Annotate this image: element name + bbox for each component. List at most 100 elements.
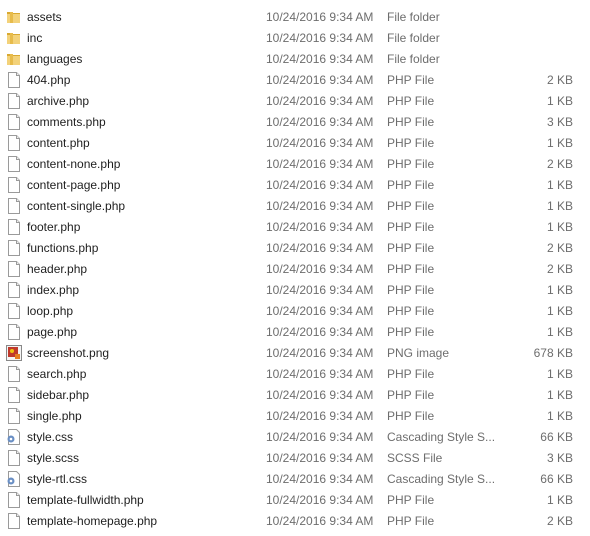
file-date-modified: 10/24/2016 9:34 AM xyxy=(266,472,374,486)
file-size: 678 KB xyxy=(533,346,573,360)
file-row[interactable]: screenshot.png 10/24/2016 9:34 AM PNG imag… xyxy=(0,343,590,364)
css-file-icon xyxy=(6,471,22,487)
file-row[interactable]: search.php 10/24/2016 9:34 AM PHP File 1 KB xyxy=(0,364,590,385)
file-row[interactable]: index.php 10/24/2016 9:34 AM PHP File 1 KB xyxy=(0,280,590,301)
file-date-modified: 10/24/2016 9:34 AM xyxy=(266,325,374,339)
file-date-modified: 10/24/2016 9:34 AM xyxy=(266,514,374,528)
file-size: 2 KB xyxy=(546,157,573,171)
file-size: 66 KB xyxy=(540,430,573,444)
file-size: 3 KB xyxy=(546,115,573,129)
file-date-modified: 10/24/2016 9:34 AM xyxy=(266,346,374,360)
file-name: page.php xyxy=(27,325,78,339)
file-date-modified: 10/24/2016 9:34 AM xyxy=(266,10,374,24)
file-row[interactable]: 404.php 10/24/2016 9:34 AM PHP File 2 KB xyxy=(0,70,590,91)
file-row[interactable]: comments.php 10/24/2016 9:34 AM PHP File 3 … xyxy=(0,112,590,133)
file-date-modified: 10/24/2016 9:34 AM xyxy=(266,220,374,234)
file-size: 2 KB xyxy=(546,514,573,528)
file-row[interactable]: template-fullwidth.php 10/24/2016 9:34 AM… xyxy=(0,490,590,511)
file-date-modified: 10/24/2016 9:34 AM xyxy=(266,73,374,87)
file-row[interactable]: content-single.php 10/24/2016 9:34 AM PHP … xyxy=(0,196,590,217)
file-row[interactable]: functions.php 10/24/2016 9:34 AM PHP File 2… xyxy=(0,238,590,259)
file-type: PHP File xyxy=(387,73,435,87)
file-row[interactable]: style.scss 10/24/2016 9:34 AM SCSS File 3 K… xyxy=(0,448,590,469)
file-name: sidebar.php xyxy=(27,388,90,402)
file-row[interactable]: page.php 10/24/2016 9:34 AM PHP File 1 KB xyxy=(0,322,590,343)
file-type: Cascading Style S... xyxy=(387,430,495,444)
file-date-modified: 10/24/2016 9:34 AM xyxy=(266,52,374,66)
file-row[interactable]: inc 10/24/2016 9:34 AM File folder xyxy=(0,28,590,49)
file-row[interactable]: content.php 10/24/2016 9:34 AM PHP File 1 K… xyxy=(0,133,590,154)
file-name: content-none.php xyxy=(27,157,121,171)
file-name: style.scss xyxy=(27,451,80,465)
file-name: functions.php xyxy=(27,241,99,255)
file-size: 2 KB xyxy=(546,241,573,255)
file-row[interactable]: footer.php 10/24/2016 9:34 AM PHP File 1 KB xyxy=(0,217,590,238)
file-date-modified: 10/24/2016 9:34 AM xyxy=(266,367,374,381)
file-date-modified: 10/24/2016 9:34 AM xyxy=(266,493,374,507)
file-icon xyxy=(6,156,22,172)
file-type: PNG image xyxy=(387,346,450,360)
file-row[interactable]: content-page.php 10/24/2016 9:34 AM PHP Fi… xyxy=(0,175,590,196)
folder-icon xyxy=(6,30,22,46)
file-icon xyxy=(6,219,22,235)
file-name: archive.php xyxy=(27,94,90,108)
file-icon xyxy=(6,324,22,340)
file-size: 1 KB xyxy=(546,220,573,234)
file-type: PHP File xyxy=(387,262,435,276)
file-size: 1 KB xyxy=(546,283,573,297)
file-date-modified: 10/24/2016 9:34 AM xyxy=(266,157,374,171)
file-icon xyxy=(6,387,22,403)
file-type: File folder xyxy=(387,10,440,24)
file-row[interactable]: loop.php 10/24/2016 9:34 AM PHP File 1 KB xyxy=(0,301,590,322)
file-row[interactable]: style.css 10/24/2016 9:34 AM Cascading Sty… xyxy=(0,427,590,448)
file-type: PHP File xyxy=(387,304,435,318)
file-date-modified: 10/24/2016 9:34 AM xyxy=(266,409,374,423)
file-date-modified: 10/24/2016 9:34 AM xyxy=(266,451,374,465)
file-row[interactable]: archive.php 10/24/2016 9:34 AM PHP File 1 K… xyxy=(0,91,590,112)
file-name: languages xyxy=(27,52,83,66)
file-icon xyxy=(6,450,22,466)
file-icon xyxy=(6,93,22,109)
file-date-modified: 10/24/2016 9:34 AM xyxy=(266,31,374,45)
file-type: PHP File xyxy=(387,115,435,129)
file-date-modified: 10/24/2016 9:34 AM xyxy=(266,115,374,129)
file-name: footer.php xyxy=(27,220,81,234)
file-size: 66 KB xyxy=(540,472,573,486)
file-type: PHP File xyxy=(387,241,435,255)
file-date-modified: 10/24/2016 9:34 AM xyxy=(266,199,374,213)
file-row[interactable]: languages 10/24/2016 9:34 AM File folder xyxy=(0,49,590,70)
file-row[interactable]: style-rtl.css 10/24/2016 9:34 AM Cascading… xyxy=(0,469,590,490)
image-icon xyxy=(6,345,22,361)
file-name: content-page.php xyxy=(27,178,121,192)
file-size: 1 KB xyxy=(546,304,573,318)
file-icon xyxy=(6,408,22,424)
file-name: content-single.php xyxy=(27,199,126,213)
file-date-modified: 10/24/2016 9:34 AM xyxy=(266,241,374,255)
file-row[interactable]: single.php 10/24/2016 9:34 AM PHP File 1 KB xyxy=(0,406,590,427)
file-name: comments.php xyxy=(27,115,106,129)
file-date-modified: 10/24/2016 9:34 AM xyxy=(266,94,374,108)
file-size: 2 KB xyxy=(546,262,573,276)
file-icon xyxy=(6,177,22,193)
file-date-modified: 10/24/2016 9:34 AM xyxy=(266,136,374,150)
file-type: PHP File xyxy=(387,157,435,171)
file-icon xyxy=(6,366,22,382)
file-row[interactable]: template-homepage.php 10/24/2016 9:34 AM P… xyxy=(0,511,590,532)
file-row[interactable]: sidebar.php 10/24/2016 9:34 AM PHP File 1 K… xyxy=(0,385,590,406)
file-type: PHP File xyxy=(387,136,435,150)
file-date-modified: 10/24/2016 9:34 AM xyxy=(266,283,374,297)
folder-icon xyxy=(6,9,22,25)
file-type: Cascading Style S... xyxy=(387,472,495,486)
file-icon xyxy=(6,303,22,319)
file-row[interactable]: content-none.php 10/24/2016 9:34 AM PHP Fi… xyxy=(0,154,590,175)
file-icon xyxy=(6,114,22,130)
file-date-modified: 10/24/2016 9:34 AM xyxy=(266,304,374,318)
file-name: inc xyxy=(27,31,43,45)
file-row[interactable]: header.php 10/24/2016 9:34 AM PHP File 2 KB xyxy=(0,259,590,280)
file-name: screenshot.png xyxy=(27,346,110,360)
file-size: 1 KB xyxy=(546,325,573,339)
file-row[interactable]: assets 10/24/2016 9:34 AM File folder xyxy=(0,7,590,28)
file-type: PHP File xyxy=(387,325,435,339)
file-name: content.php xyxy=(27,136,90,150)
file-type: SCSS File xyxy=(387,451,443,465)
